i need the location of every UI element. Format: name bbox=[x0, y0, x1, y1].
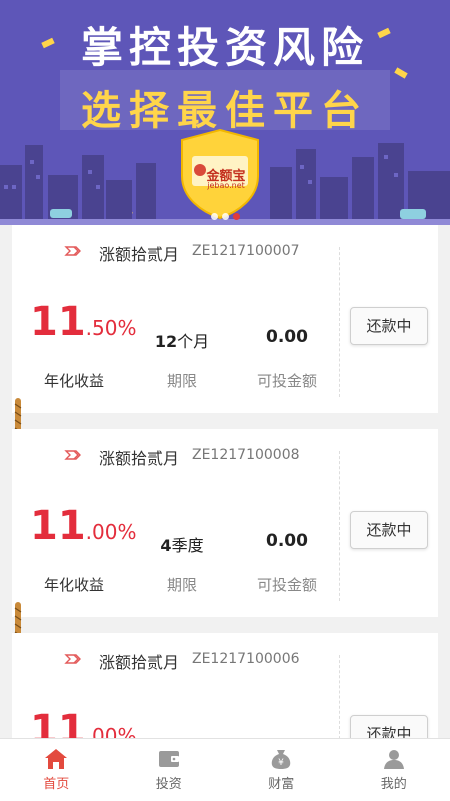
term-unit: 季度 bbox=[172, 536, 204, 555]
product-code: ZE1217100007 bbox=[192, 243, 300, 259]
home-icon bbox=[43, 747, 69, 771]
annual-rate: 11.00% bbox=[30, 503, 136, 549]
nav-item-home[interactable]: 首页 bbox=[0, 739, 113, 801]
status-button[interactable]: 还款中 bbox=[350, 307, 428, 345]
money-bag-icon: ¥ bbox=[268, 747, 294, 771]
nav-label-mine: 我的 bbox=[338, 773, 450, 792]
product-name: 涨额拾贰月 bbox=[99, 649, 179, 673]
annual-rate-label: 年化收益 bbox=[44, 574, 104, 595]
nav-label-home: 首页 bbox=[0, 773, 113, 792]
rate-integer: 11 bbox=[30, 299, 86, 345]
product-card[interactable]: 涨额拾贰月 ZE1217100008 11.00% 4季度 0.00 年化收益 … bbox=[12, 429, 438, 617]
available-amount-label: 可投金额 bbox=[227, 370, 347, 391]
rate-integer: 11 bbox=[30, 503, 86, 549]
nav-label-invest: 投资 bbox=[113, 773, 226, 792]
term-value: 4季度 bbox=[122, 532, 242, 556]
svg-text:¥: ¥ bbox=[278, 758, 284, 768]
double-chevron-icon bbox=[64, 449, 86, 461]
wallet-icon bbox=[156, 747, 182, 771]
product-name: 涨额拾贰月 bbox=[99, 241, 179, 265]
banner-headline: 掌控投资风险 bbox=[0, 14, 450, 75]
product-code: ZE1217100006 bbox=[192, 651, 300, 667]
product-card[interactable]: 涨额拾贰月 ZE1217100007 11.50% 12个月 0.00 年化收益… bbox=[12, 225, 438, 413]
nav-label-wealth: 财富 bbox=[225, 773, 338, 792]
term-value: 12个月 bbox=[122, 328, 242, 352]
bottom-nav: 首页 投资 ¥ 财富 我的 bbox=[0, 738, 450, 801]
available-amount: 0.00 bbox=[227, 327, 347, 347]
annual-rate-label: 年化收益 bbox=[44, 370, 104, 391]
term-number: 12 bbox=[155, 332, 177, 351]
term-label: 期限 bbox=[122, 574, 242, 595]
double-chevron-icon bbox=[64, 653, 86, 665]
product-name: 涨额拾贰月 bbox=[99, 445, 179, 469]
logo-brand-domain: jebao.net bbox=[198, 181, 254, 190]
carousel-dot-active[interactable] bbox=[233, 213, 240, 220]
carousel-indicator[interactable] bbox=[0, 205, 450, 224]
divider bbox=[339, 247, 340, 397]
nav-item-invest[interactable]: 投资 bbox=[113, 739, 226, 801]
carousel-dot[interactable] bbox=[211, 213, 218, 220]
annual-rate: 11.50% bbox=[30, 299, 136, 345]
term-unit: 个月 bbox=[177, 332, 209, 351]
term-label: 期限 bbox=[122, 370, 242, 391]
nav-item-wealth[interactable]: ¥ 财富 bbox=[225, 739, 338, 801]
promo-banner[interactable]: 掌控投资风险 选择最佳平台 bbox=[0, 0, 450, 225]
available-amount-label: 可投金额 bbox=[227, 574, 347, 595]
user-icon bbox=[381, 747, 407, 771]
product-code: ZE1217100008 bbox=[192, 447, 300, 463]
term-number: 4 bbox=[160, 536, 171, 555]
status-button[interactable]: 还款中 bbox=[350, 511, 428, 549]
nav-item-mine[interactable]: 我的 bbox=[338, 739, 450, 801]
divider bbox=[339, 451, 340, 601]
double-chevron-icon bbox=[64, 245, 86, 257]
carousel-dot[interactable] bbox=[222, 213, 229, 220]
available-amount: 0.00 bbox=[227, 531, 347, 551]
product-card[interactable]: 涨额拾贰月 ZE1217100006 11.00% 还款中 bbox=[12, 633, 438, 743]
divider bbox=[339, 655, 340, 743]
